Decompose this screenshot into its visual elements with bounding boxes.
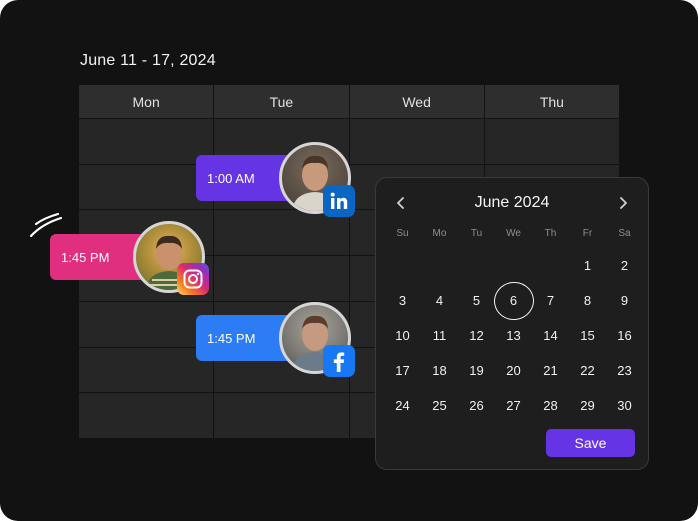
event-time: 1:45 PM (61, 249, 110, 265)
day-cell[interactable]: 9 (606, 283, 643, 318)
empty-day-cell (458, 248, 495, 283)
day-cell[interactable]: 11 (421, 318, 458, 353)
time-slot-cell[interactable] (79, 393, 214, 438)
facebook-icon (323, 345, 355, 377)
day-header-tue: Tue (214, 85, 349, 118)
day-cell[interactable]: 2 (606, 248, 643, 283)
day-cell[interactable]: 21 (532, 353, 569, 388)
day-cell[interactable]: 25 (421, 388, 458, 423)
event-time: 1:00 AM (207, 170, 255, 186)
selected-day-cell[interactable]: 6 (495, 283, 532, 318)
day-header-mon: Mon (79, 85, 214, 118)
linkedin-icon (323, 185, 355, 217)
day-header-wed: Wed (349, 85, 484, 118)
day-cell[interactable]: 4 (421, 283, 458, 318)
day-cell[interactable]: 7 (532, 283, 569, 318)
weekday-label: Fr (582, 228, 593, 239)
save-button[interactable]: Save (546, 429, 635, 457)
day-cell[interactable]: 5 (458, 283, 495, 318)
day-cell[interactable]: 22 (569, 353, 606, 388)
day-cell[interactable]: 17 (384, 353, 421, 388)
time-slot-cell[interactable] (349, 119, 484, 164)
time-slot-cell[interactable] (79, 164, 214, 210)
month-title: June 2024 (474, 194, 550, 211)
weekday-label: Th (544, 228, 557, 239)
time-slot-cell[interactable] (214, 210, 349, 256)
day-cell[interactable]: 20 (495, 353, 532, 388)
time-slot-cell[interactable] (79, 347, 214, 393)
day-cell[interactable]: 24 (384, 388, 421, 423)
day-cell[interactable]: 27 (495, 388, 532, 423)
time-slot-cell[interactable] (79, 301, 214, 347)
time-slot-cell[interactable] (214, 256, 349, 301)
weekday-label: Tu (470, 228, 483, 239)
day-cell[interactable]: 19 (458, 353, 495, 388)
day-cell[interactable]: 1 (569, 248, 606, 283)
instagram-icon (177, 263, 209, 295)
day-cell[interactable]: 16 (606, 318, 643, 353)
day-cell[interactable]: 12 (458, 318, 495, 353)
empty-day-cell (384, 248, 421, 283)
time-slot-cell[interactable] (484, 119, 619, 164)
empty-day-cell (421, 248, 458, 283)
next-month-button[interactable] (612, 192, 634, 214)
weekday-label: Mo (432, 228, 447, 239)
app-frame: June 11 - 17, 2024 Mon Tue Wed Thu 1:00 … (0, 0, 698, 521)
chevron-right-icon (620, 197, 627, 209)
date-picker-popover: June 2024 Su Mo Tu We Th Fr Sa 1 2 3 4 5 6 7 8 9 10 11 12… (375, 177, 649, 470)
empty-day-cell (495, 248, 532, 283)
day-cell[interactable]: 3 (384, 283, 421, 318)
day-cell[interactable]: 13 (495, 318, 532, 353)
weekday-label: Sa (618, 228, 631, 239)
time-slot-cell[interactable] (214, 393, 349, 438)
date-picker-header: June 2024 (376, 192, 648, 214)
empty-day-cell (532, 248, 569, 283)
time-slot-cell[interactable] (79, 119, 214, 164)
day-cell[interactable]: 29 (569, 388, 606, 423)
day-header-thu: Thu (484, 85, 619, 118)
day-cell[interactable]: 8 (569, 283, 606, 318)
day-cell[interactable]: 28 (532, 388, 569, 423)
day-grid: 1 2 3 4 5 6 7 8 9 10 11 12 13 14 15 16 17 18 19 20 21 22 23 24 2… (384, 248, 643, 423)
day-cell[interactable]: 23 (606, 353, 643, 388)
day-cell[interactable]: 10 (384, 318, 421, 353)
day-cell[interactable]: 26 (458, 388, 495, 423)
event-time: 1:45 PM (207, 330, 256, 346)
day-cell[interactable]: 14 (532, 318, 569, 353)
week-range-title: June 11 - 17, 2024 (80, 52, 216, 69)
weekday-labels-row: Su Mo Tu We Th Fr Sa (384, 228, 643, 239)
day-cell[interactable]: 30 (606, 388, 643, 423)
day-cell[interactable]: 15 (569, 318, 606, 353)
weekday-label: We (506, 228, 521, 239)
day-cell[interactable]: 18 (421, 353, 458, 388)
weekday-label: Su (396, 228, 409, 239)
